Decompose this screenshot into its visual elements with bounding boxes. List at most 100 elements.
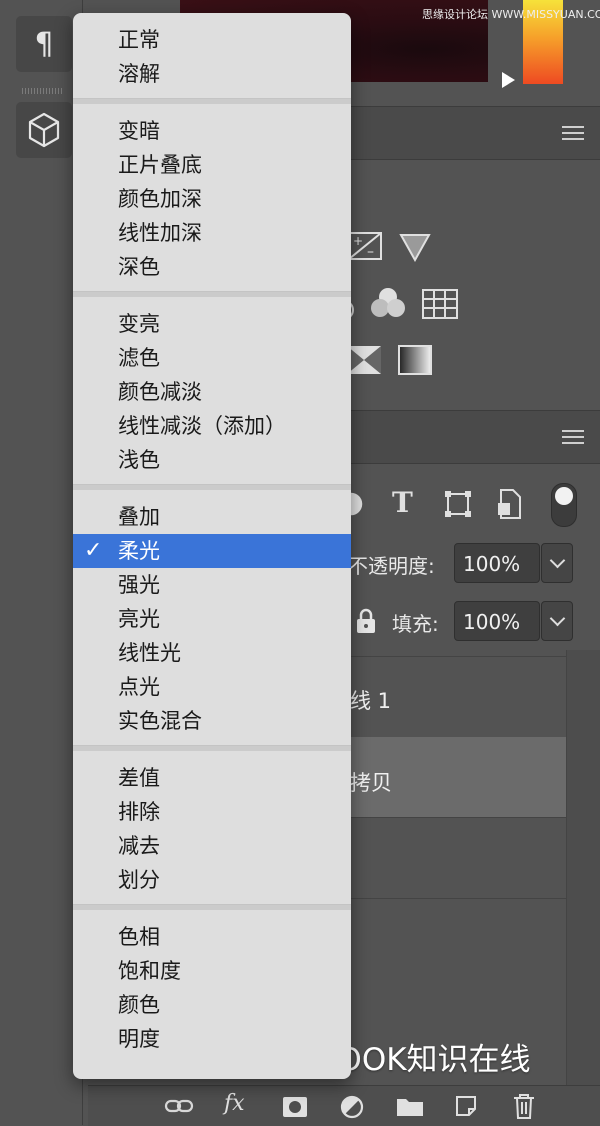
menu-item[interactable]: 线性加深 [73,216,351,250]
svg-text:–: – [367,244,374,260]
menu-item[interactable]: 实色混合 [73,704,351,738]
panel-menu-icon[interactable] [562,126,584,140]
color-balance-icon[interactable] [369,286,407,320]
menu-group: 色相 饱和度 颜色 明度 [73,910,351,1063]
menu-group: 差值 排除 减去 划分 [73,751,351,904]
menu-item-label: 变亮 [118,312,160,336]
menu-item[interactable]: 点光 [73,670,351,704]
menu-item[interactable]: 深色 [73,250,351,284]
hue-slider-knob[interactable] [502,72,515,88]
menu-item[interactable]: 浅色 [73,443,351,477]
menu-item[interactable]: 变亮 [73,307,351,341]
shape-filter-icon[interactable] [444,490,472,518]
gradient-triangle-icon[interactable] [399,232,431,262]
menu-item-label: 颜色加深 [118,187,202,211]
menu-group: 变暗正片叠底颜色加深线性加深深色 [73,104,351,291]
menu-item-label: 柔光 [118,539,160,563]
opacity-input[interactable]: 100% [454,543,540,583]
3d-tool-button[interactable] [16,102,72,158]
tool-strip: ¶ [0,0,83,1125]
smart-object-filter-icon[interactable] [497,488,523,520]
menu-item-label: 强光 [118,573,160,597]
menu-item[interactable]: 滤色 [73,341,351,375]
menu-item[interactable]: 色相 [73,920,351,954]
menu-item[interactable]: 减去 [73,829,351,863]
layers-scrollbar[interactable] [566,650,600,1085]
menu-item[interactable]: 颜色 [73,988,351,1022]
menu-item[interactable]: 正片叠底 [73,148,351,182]
layers-menu-icon[interactable] [562,430,584,444]
layer-name: 线 1 [350,689,392,713]
grid-table-icon[interactable] [422,289,458,319]
menu-item-label: 颜色 [118,993,160,1017]
menu-item-label: 溶解 [118,62,160,86]
menu-item-label: 线性加深 [118,221,202,245]
menu-item-selected[interactable]: 柔光 ✓ [73,534,351,568]
filter-toggle-knob [555,487,573,505]
mask-icon[interactable] [282,1096,308,1118]
menu-item-label: 差值 [118,766,160,790]
menu-item[interactable]: 变暗 [73,114,351,148]
menu-group: 叠加柔光 ✓ 强光亮光线性光点光实色混合 [73,490,351,745]
menu-item-label: 正常 [118,28,160,52]
menu-item-label: 点光 [118,675,160,699]
menu-item[interactable]: 颜色加深 [73,182,351,216]
menu-item[interactable]: 强光 [73,568,351,602]
opacity-label: 不透明度: [348,554,435,578]
menu-item-label: 滤色 [118,346,160,370]
menu-item-label: 实色混合 [118,709,202,733]
menu-item-label: 颜色减淡 [118,380,202,404]
menu-item-label: 划分 [118,868,160,892]
menu-item-label: 变暗 [118,119,160,143]
opacity-dropdown-button[interactable] [541,543,573,583]
link-icon[interactable] [164,1098,194,1114]
cube-icon [28,112,60,148]
type-filter-icon[interactable]: T [392,486,413,519]
blend-mode-menu: 正常溶解变暗正片叠底颜色加深线性加深深色变亮滤色颜色减淡线性减淡（添加） 浅色叠加… [73,13,351,1079]
menu-item[interactable]: 正常 [73,23,351,57]
menu-item[interactable]: 亮光 [73,602,351,636]
trash-icon[interactable] [512,1092,536,1120]
layer-name: 拷贝 [350,771,392,795]
adjustment-layer-icon[interactable] [340,1095,364,1119]
svg-text:+: + [353,234,363,248]
paragraph-icon: ¶ [34,26,54,62]
chevron-down-icon [549,610,565,627]
menu-item[interactable]: 线性减淡（添加） [73,409,351,443]
menu-item-label: 色相 [118,925,160,949]
menu-item-label: 线性减淡（添加） [118,414,286,438]
menu-item[interactable]: 叠加 [73,500,351,534]
menu-item-label: 叠加 [118,505,160,529]
menu-item-label: 明度 [118,1027,160,1051]
paragraph-tool-button[interactable]: ¶ [16,16,72,72]
panel-grip[interactable] [22,88,62,94]
checkmark-icon: ✓ [84,538,103,563]
menu-item[interactable]: 排除 [73,795,351,829]
menu-item-label: 减去 [118,834,160,858]
menu-item[interactable]: 划分 [73,863,351,897]
folder-icon[interactable] [396,1095,424,1117]
fx-icon[interactable]: fx [224,1091,245,1116]
menu-item[interactable]: 明度 [73,1022,351,1056]
menu-item-label: 线性光 [118,641,181,665]
filter-toggle[interactable] [551,483,577,527]
menu-item-label: 排除 [118,800,160,824]
menu-item[interactable]: 溶解 [73,57,351,91]
chevron-down-icon [549,552,565,569]
fill-dropdown-button[interactable] [541,601,573,641]
invert-icon[interactable] [346,345,382,375]
menu-item[interactable]: 线性光 [73,636,351,670]
fill-input[interactable]: 100% [454,601,540,641]
menu-group: 正常 溶解 [73,13,351,98]
new-layer-icon[interactable] [454,1094,478,1118]
gradient-map-icon[interactable] [398,345,432,375]
menu-item[interactable]: 颜色减淡 [73,375,351,409]
menu-item-label: 饱和度 [118,959,181,983]
menu-item[interactable]: 饱和度 [73,954,351,988]
exposure-icon[interactable]: + – [348,232,382,260]
lock-icon[interactable] [355,608,377,634]
watermark-top: 思缘设计论坛 WWW.MISSYUAN.COM [422,8,600,21]
menu-item[interactable]: 差值 [73,761,351,795]
menu-item-label: 深色 [118,255,160,279]
menu-item-label: 正片叠底 [118,153,202,177]
